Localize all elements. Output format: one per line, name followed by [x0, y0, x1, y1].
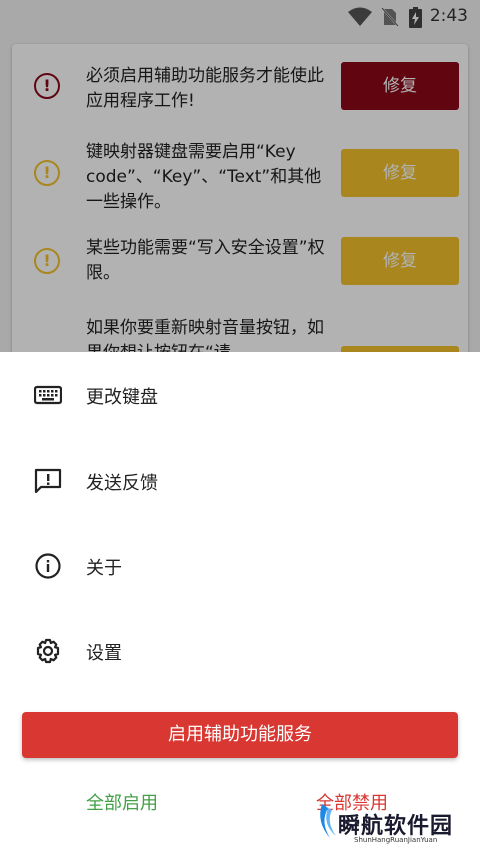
menu-item-settings[interactable]: 设置: [0, 620, 480, 680]
menu-item-change-keyboard[interactable]: 更改键盘: [0, 364, 480, 424]
feedback-icon: [34, 468, 62, 494]
enable-accessibility-service-button[interactable]: 启用辅助功能服务: [22, 712, 458, 758]
gear-icon: [36, 638, 60, 664]
keyboard-icon: [34, 385, 62, 405]
bottom-sheet: [0, 352, 480, 853]
watermark: 瞬航软件园 ShunHangRuanJianYuan: [314, 796, 480, 853]
menu-item-label: 关于: [86, 558, 122, 579]
menu-item-send-feedback[interactable]: 发送反馈: [0, 450, 480, 510]
menu-item-label: 设置: [86, 643, 122, 664]
scrim[interactable]: [0, 0, 480, 352]
info-icon: [35, 553, 61, 579]
menu-item-label: 发送反馈: [86, 473, 158, 494]
menu-item-about[interactable]: 关于: [0, 535, 480, 595]
enable-all-button[interactable]: 全部启用: [86, 789, 158, 815]
menu-item-label: 更改键盘: [86, 387, 158, 408]
watermark-pinyin: ShunHangRuanJianYuan: [354, 836, 438, 844]
